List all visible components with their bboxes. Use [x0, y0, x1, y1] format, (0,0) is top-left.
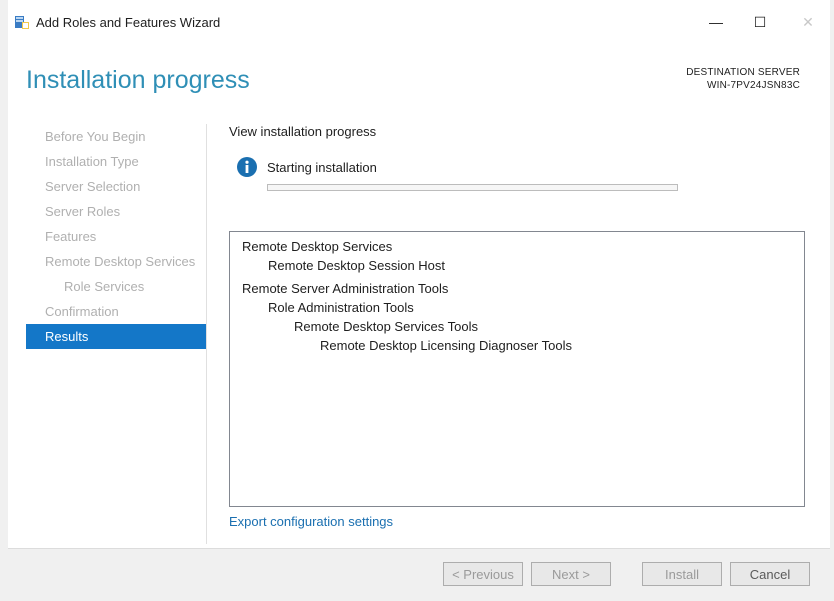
feature-item-licensing-diagnoser: Remote Desktop Licensing Diagnoser Tools — [320, 338, 572, 353]
feature-item-role-admin-tools: Role Administration Tools — [268, 300, 414, 315]
info-icon — [237, 157, 257, 177]
window-title: Add Roles and Features Wizard — [36, 15, 221, 30]
nav-item-remote-desktop-services: Remote Desktop Services — [45, 254, 196, 269]
title-bar: Add Roles and Features Wizard — ☐ ✕ — [8, 0, 830, 44]
wizard-steps-nav: Before You Begin Installation Type Serve… — [26, 124, 207, 349]
cancel-button[interactable]: Cancel — [730, 562, 810, 586]
export-configuration-link[interactable]: Export configuration settings — [229, 514, 393, 529]
features-list-box: Remote Desktop Services Remote Desktop S… — [229, 231, 805, 507]
destination-server-label: DESTINATION SERVER — [686, 67, 800, 78]
installation-status: Starting installation — [267, 160, 377, 175]
nav-item-results[interactable]: Results — [26, 324, 207, 349]
feature-item-remote-desktop-services: Remote Desktop Services — [242, 239, 393, 254]
nav-item-before-you-begin: Before You Begin — [45, 129, 146, 144]
destination-server-name: WIN-7PV24JSN83C — [706, 80, 800, 91]
nav-divider — [206, 124, 207, 544]
nav-item-server-selection: Server Selection — [45, 179, 141, 194]
close-button[interactable]: ✕ — [786, 8, 830, 36]
nav-item-installation-type: Installation Type — [45, 154, 139, 169]
maximize-icon: ☐ — [753, 13, 767, 30]
wizard-window: Add Roles and Features Wizard — ☐ ✕ Inst… — [8, 0, 830, 596]
minimize-icon: — — [709, 14, 723, 30]
feature-item-session-host: Remote Desktop Session Host — [268, 258, 446, 273]
feature-item-rds-tools: Remote Desktop Services Tools — [294, 319, 479, 334]
maximize-button[interactable]: ☐ — [738, 8, 782, 36]
install-button[interactable]: Install — [642, 562, 722, 586]
minimize-button[interactable]: — — [694, 8, 738, 36]
wizard-footer: < Previous Next > Install Cancel — [8, 548, 830, 596]
page-title: Installation progress — [26, 66, 250, 94]
installation-progress-bar — [267, 184, 678, 191]
nav-item-features: Features — [45, 229, 97, 244]
next-button[interactable]: Next > — [531, 562, 611, 586]
feature-item-rsat: Remote Server Administration Tools — [242, 281, 449, 296]
content-heading: View installation progress — [229, 124, 377, 139]
close-icon: ✕ — [802, 13, 814, 30]
server-manager-icon — [15, 16, 29, 29]
nav-item-confirmation: Confirmation — [45, 304, 119, 319]
features-list: Remote Desktop Services Remote Desktop S… — [242, 237, 572, 355]
nav-item-role-services: Role Services — [64, 279, 145, 294]
previous-button[interactable]: < Previous — [443, 562, 523, 586]
nav-item-server-roles: Server Roles — [45, 204, 121, 219]
